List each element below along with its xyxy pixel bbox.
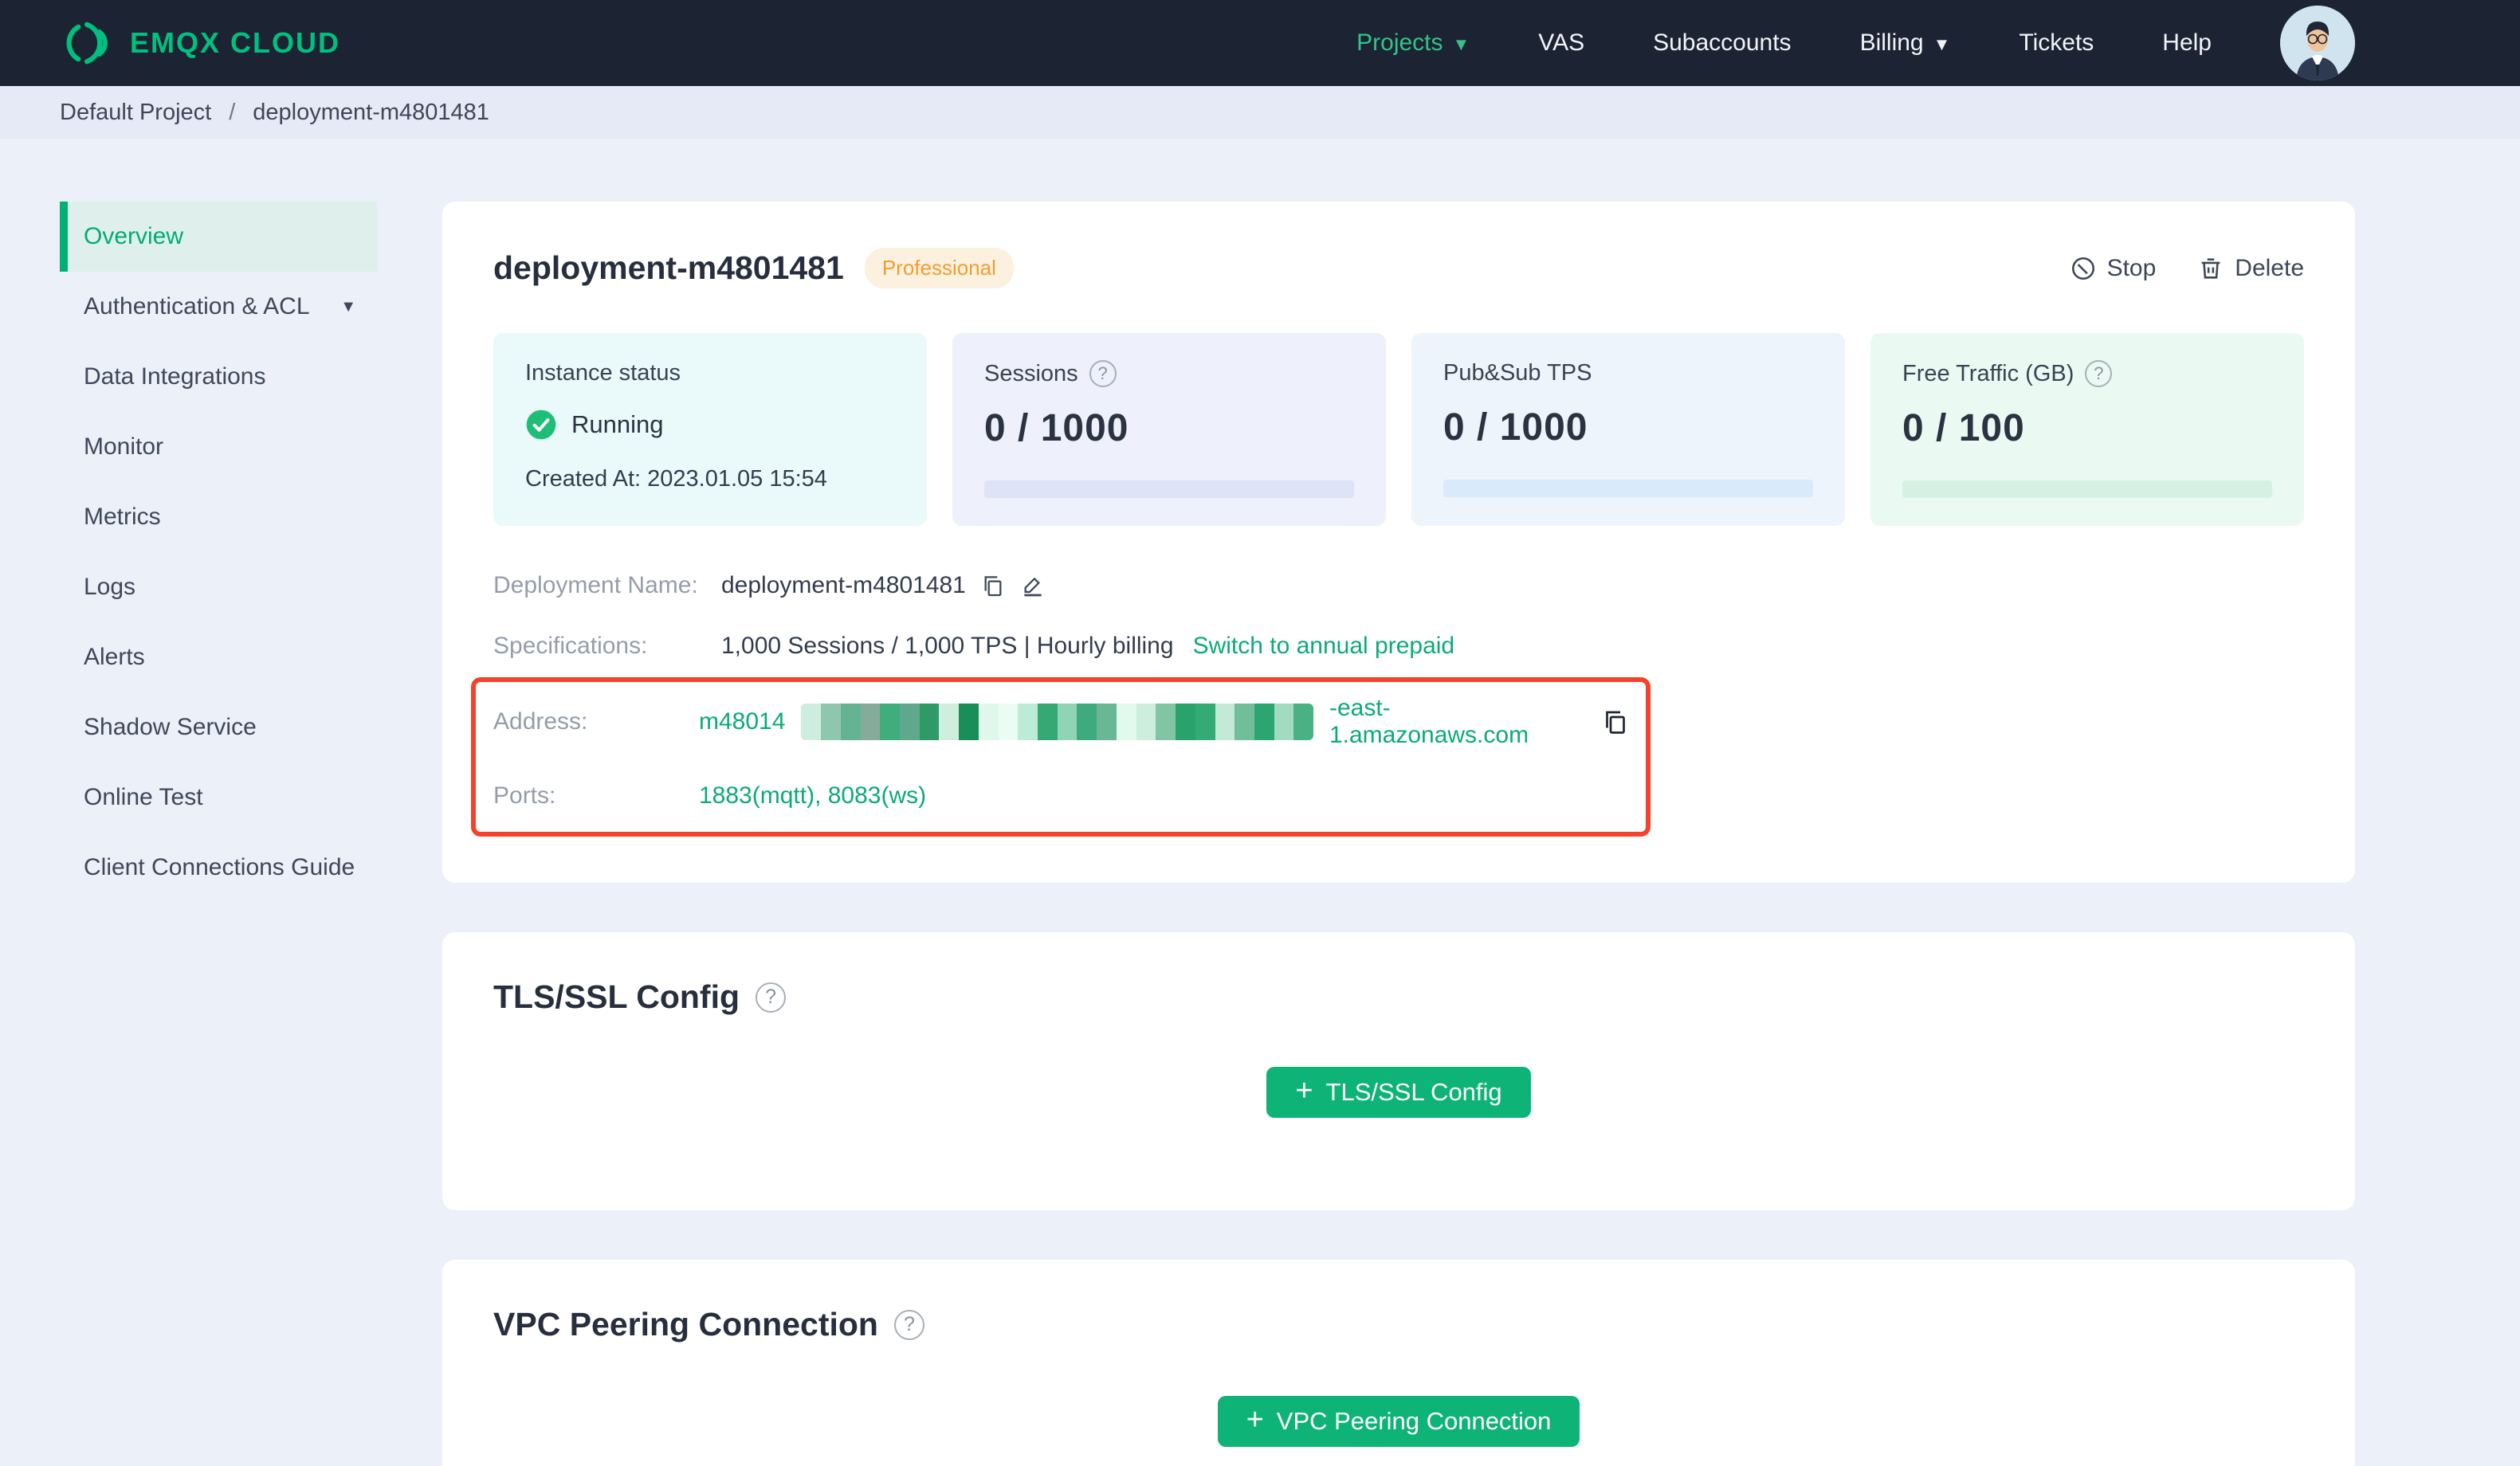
breadcrumb-separator: / bbox=[229, 99, 236, 125]
address-redacted bbox=[801, 704, 1313, 740]
copy-icon[interactable] bbox=[980, 573, 1006, 598]
breadcrumb-project[interactable]: Default Project bbox=[60, 100, 211, 126]
nav-billing[interactable]: Billing ▼ bbox=[1860, 29, 1951, 57]
sidebar-item-overview[interactable]: Overview bbox=[60, 202, 377, 272]
address-suffix: -east-1.amazonaws.com bbox=[1329, 695, 1529, 748]
pubsub-tps-value: 0 / 1000 bbox=[1443, 406, 1588, 449]
sessions-value: 0 / 1000 bbox=[984, 407, 1129, 449]
specifications-value: 1,000 Sessions / 1,000 TPS | Hourly bill… bbox=[721, 633, 1174, 659]
free-traffic-card: Free Traffic (GB) ? 0 / 100 bbox=[1870, 333, 2304, 526]
pubsub-tps-card: Pub&Sub TPS 0 / 1000 bbox=[1411, 333, 1845, 526]
copy-icon[interactable] bbox=[1601, 708, 1630, 736]
deployment-name-row: Deployment Name: deployment-m4801481 bbox=[493, 572, 2304, 599]
ports-row: Ports: 1883(mqtt), 8083(ws) bbox=[493, 782, 1630, 809]
switch-annual-prepaid-link[interactable]: Switch to annual prepaid bbox=[1193, 633, 1455, 660]
sessions-card: Sessions ? 0 / 1000 bbox=[952, 333, 1386, 526]
sidebar: Overview Authentication & ACL ▼ Data Int… bbox=[60, 202, 377, 903]
chevron-down-icon: ▼ bbox=[340, 297, 356, 316]
specifications-row: Specifications: 1,000 Sessions / 1,000 T… bbox=[493, 633, 2304, 660]
connection-highlight-box: Address: m48014 -east-1.amazonaws.com Po… bbox=[471, 677, 1651, 837]
chevron-down-icon: ▼ bbox=[1452, 34, 1470, 54]
top-nav: EMQX CLOUD Projects ▼ VAS Subaccounts Bi… bbox=[0, 0, 2520, 86]
free-traffic-progress-bar bbox=[1902, 480, 2272, 498]
ports-value: 1883(mqtt), 8083(ws) bbox=[699, 782, 927, 809]
sidebar-item-online-test[interactable]: Online Test bbox=[60, 762, 377, 833]
free-traffic-label: Free Traffic (GB) bbox=[1902, 360, 2074, 386]
sidebar-item-data-integrations[interactable]: Data Integrations bbox=[60, 342, 377, 412]
chevron-down-icon: ▼ bbox=[1933, 34, 1951, 54]
trash-icon bbox=[2197, 255, 2224, 282]
emqx-logo-icon bbox=[60, 18, 109, 68]
vpc-peering-card: VPC Peering Connection ? + VPC Peering C… bbox=[442, 1260, 2355, 1466]
sessions-progress-bar bbox=[984, 480, 1354, 498]
plan-badge: Professional bbox=[864, 248, 1014, 288]
breadcrumb-current: deployment-m4801481 bbox=[253, 99, 489, 125]
nav-tickets[interactable]: Tickets bbox=[2019, 29, 2094, 57]
instance-status-value: Running bbox=[571, 410, 664, 438]
sessions-label: Sessions bbox=[984, 360, 1078, 386]
delete-button[interactable]: Delete bbox=[2197, 255, 2304, 282]
nav-help[interactable]: Help bbox=[2162, 29, 2212, 57]
sidebar-item-metrics[interactable]: Metrics bbox=[60, 482, 377, 552]
deployment-overview-card: deployment-m4801481 Professional Stop De… bbox=[442, 202, 2355, 883]
free-traffic-value: 0 / 100 bbox=[1902, 407, 2025, 449]
deployment-name-value: deployment-m4801481 bbox=[721, 572, 966, 598]
add-vpc-peering-button[interactable]: + VPC Peering Connection bbox=[1217, 1396, 1580, 1447]
ports-label: Ports: bbox=[493, 782, 556, 809]
vpc-peering-title: VPC Peering Connection bbox=[493, 1306, 878, 1343]
add-tls-ssl-config-button[interactable]: + TLS/SSL Config bbox=[1266, 1067, 1531, 1118]
nav-subaccounts[interactable]: Subaccounts bbox=[1653, 29, 1791, 57]
deployment-title: deployment-m4801481 bbox=[493, 249, 844, 286]
address-row: Address: m48014 -east-1.amazonaws.com bbox=[493, 695, 1630, 749]
help-icon[interactable]: ? bbox=[2085, 360, 2113, 387]
brand-name: EMQX CLOUD bbox=[130, 26, 341, 59]
edit-icon[interactable] bbox=[1020, 573, 1046, 598]
nav-links: Projects ▼ VAS Subaccounts Billing ▼ Tic… bbox=[1356, 6, 2355, 80]
sidebar-item-alerts[interactable]: Alerts bbox=[60, 622, 377, 692]
nav-vas[interactable]: VAS bbox=[1538, 29, 1584, 57]
help-icon[interactable]: ? bbox=[893, 1309, 924, 1340]
running-check-icon bbox=[525, 409, 557, 441]
instance-status-card: Instance status Running Created At: 2023… bbox=[493, 333, 927, 526]
help-icon[interactable]: ? bbox=[756, 982, 787, 1013]
sidebar-item-monitor[interactable]: Monitor bbox=[60, 412, 377, 482]
main-content: deployment-m4801481 Professional Stop De… bbox=[442, 139, 2355, 1466]
address-label: Address: bbox=[493, 708, 588, 735]
specifications-label: Specifications: bbox=[493, 633, 648, 659]
sidebar-item-client-connections-guide[interactable]: Client Connections Guide bbox=[60, 833, 377, 903]
address-prefix: m48014 bbox=[699, 708, 786, 735]
user-avatar[interactable] bbox=[2280, 6, 2355, 80]
stop-icon bbox=[2070, 255, 2097, 282]
plus-icon: + bbox=[1246, 1403, 1264, 1437]
sidebar-item-shadow-service[interactable]: Shadow Service bbox=[60, 692, 377, 762]
help-icon[interactable]: ? bbox=[1089, 360, 1117, 387]
sidebar-item-logs[interactable]: Logs bbox=[60, 552, 377, 622]
plus-icon: + bbox=[1295, 1074, 1313, 1107]
pubsub-tps-progress-bar bbox=[1443, 480, 1813, 497]
breadcrumb: Default Project / deployment-m4801481 bbox=[0, 86, 2520, 139]
tls-ssl-card: TLS/SSL Config ? + TLS/SSL Config bbox=[442, 932, 2355, 1210]
deployment-name-label: Deployment Name: bbox=[493, 572, 698, 598]
instance-status-label: Instance status bbox=[525, 360, 681, 386]
nav-projects[interactable]: Projects ▼ bbox=[1356, 29, 1470, 57]
pubsub-tps-label: Pub&Sub TPS bbox=[1443, 360, 1592, 386]
stop-button[interactable]: Stop bbox=[2070, 255, 2156, 282]
tls-ssl-title: TLS/SSL Config bbox=[493, 978, 740, 1015]
created-at: Created At: 2023.01.05 15:54 bbox=[525, 466, 827, 492]
sidebar-item-authentication-acl[interactable]: Authentication & ACL ▼ bbox=[60, 272, 377, 342]
brand-logo[interactable]: EMQX CLOUD bbox=[60, 18, 340, 68]
